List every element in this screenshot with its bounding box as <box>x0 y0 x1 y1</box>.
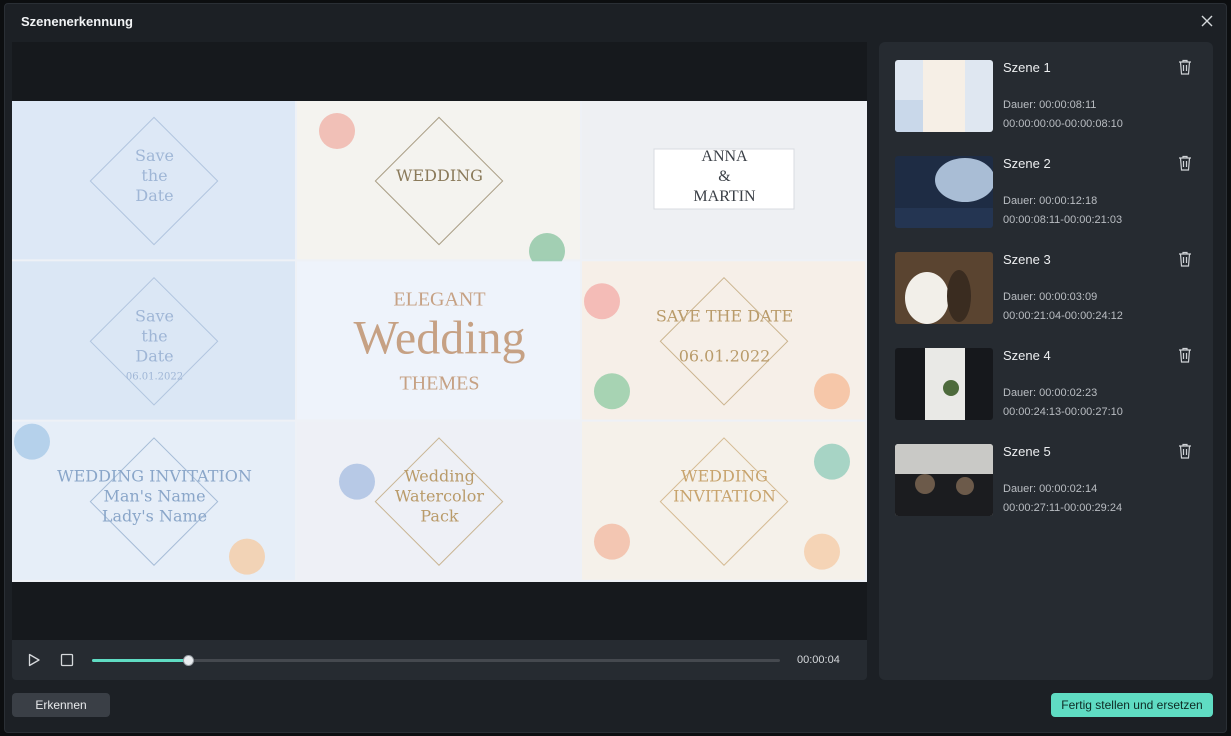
scene-item[interactable]: Szene 2 Dauer: 00:00:12:18 00:00:08:11-0… <box>895 154 1205 230</box>
collage-text: Wedding <box>404 467 475 486</box>
play-icon[interactable] <box>26 652 42 668</box>
scene-range: 00:00:24:13-00:00:27:10 <box>1003 406 1123 418</box>
trash-icon[interactable] <box>1177 442 1193 460</box>
scene-item[interactable]: Szene 3 Dauer: 00:00:03:09 00:00:21:04-0… <box>895 250 1205 326</box>
trash-icon[interactable] <box>1177 154 1193 172</box>
collage-tile: WEDDINGINVITATION <box>582 421 865 580</box>
scene-duration: Dauer: 00:00:03:09 <box>1003 291 1098 303</box>
video-frame: Save the Date WEDDING ANNA & MARTIN Save the Date… <box>12 101 867 582</box>
scene-range: 00:00:08:11-00:00:21:03 <box>1003 214 1123 226</box>
collage-text: & <box>718 168 731 185</box>
scene-name: Szene 4 <box>1003 348 1051 363</box>
collage-text: WEDDING <box>396 166 483 185</box>
collage-tile: ANNA & MARTIN <box>582 101 865 260</box>
collage-text: 06.01.2022 <box>679 346 771 365</box>
collage-tile: ELEGANTWedding THEMES <box>297 261 580 420</box>
collage-tile: WEDDING <box>297 101 580 269</box>
trash-icon[interactable] <box>1177 250 1193 268</box>
scene-thumbnail[interactable] <box>895 60 993 132</box>
close-icon[interactable] <box>1198 12 1216 30</box>
finish-replace-button[interactable]: Fertig stellen und ersetzen <box>1051 693 1213 717</box>
scene-list-panel: Szene 1 Dauer: 00:00:08:11 00:00:00:00-0… <box>879 42 1213 680</box>
collage-text: ELEGANT <box>393 288 485 310</box>
scene-name: Szene 3 <box>1003 252 1051 267</box>
collage-text: the <box>141 326 167 345</box>
scene-name: Szene 5 <box>1003 444 1051 459</box>
scene-duration: Dauer: 00:00:02:23 <box>1003 387 1098 399</box>
dialog-title: Szenenerkennung <box>21 14 133 29</box>
collage-tile: WEDDING INVITATIONMan's NameLady's Name <box>12 421 295 580</box>
scene-thumbnail[interactable] <box>895 156 993 228</box>
scene-range: 00:00:27:11-00:00:29:24 <box>1003 502 1123 514</box>
collage-tile: SavetheDate <box>12 101 295 260</box>
timeline-slider[interactable] <box>92 655 780 666</box>
collage-text: ANNA <box>701 148 748 165</box>
collage-text: SAVE THE DATE <box>656 306 793 325</box>
scene-duration: Dauer: 00:00:02:14 <box>1003 483 1098 495</box>
collage-text: Save <box>135 146 174 165</box>
collage-text: Pack <box>420 507 459 526</box>
collage-tile: SAVE THE DATE 06.01.2022 <box>582 261 865 420</box>
collage-text: WEDDING INVITATION <box>57 467 252 486</box>
player-controls: 00:00:04 <box>12 640 867 680</box>
scene-duration: Dauer: 00:00:08:11 <box>1003 99 1097 111</box>
scene-duration: Dauer: 00:00:12:18 <box>1003 195 1098 207</box>
collage-text: Watercolor <box>395 487 484 506</box>
collage-text: the <box>141 166 167 185</box>
scene-range: 00:00:00:00-00:00:08:10 <box>1003 118 1123 130</box>
scene-name: Szene 1 <box>1003 60 1051 75</box>
dialog-titlebar: Szenenerkennung <box>5 4 1226 40</box>
video-preview: Save the Date WEDDING ANNA & MARTIN Save the Date… <box>12 42 867 640</box>
timeline-handle[interactable] <box>183 655 195 666</box>
scene-thumbnail[interactable] <box>895 444 993 516</box>
collage-text: Lady's Name <box>102 507 207 526</box>
collage-tile: WeddingWatercolorPack <box>297 421 580 580</box>
collage-text: Wedding <box>353 311 525 364</box>
stop-icon[interactable] <box>59 652 75 668</box>
trash-icon[interactable] <box>1177 346 1193 364</box>
scene-item[interactable]: Szene 5 Dauer: 00:00:02:14 00:00:27:11-0… <box>895 442 1205 518</box>
collage-text: THEMES <box>400 372 480 394</box>
collage-text: Man's Name <box>103 487 205 506</box>
collage-text: INVITATION <box>673 487 776 506</box>
scene-item[interactable]: Szene 4 Dauer: 00:00:02:23 00:00:24:13-0… <box>895 346 1205 422</box>
detect-button[interactable]: Erkennen <box>12 693 110 717</box>
collage-text: WEDDING <box>681 467 768 486</box>
scene-name: Szene 2 <box>1003 156 1051 171</box>
trash-icon[interactable] <box>1177 58 1193 76</box>
scene-range: 00:00:21:04-00:00:24:12 <box>1003 310 1123 322</box>
collage-text: 06.01.2022 <box>126 371 183 382</box>
collage-tile: SavetheDate 06.01.2022 <box>12 261 295 420</box>
collage-text: Save <box>135 306 174 325</box>
timeline-progress <box>92 659 189 662</box>
current-time: 00:00:04 <box>797 654 840 666</box>
video-frame-image: SavetheDateWEDDINGANNA&MARTINSavetheDate… <box>12 101 865 580</box>
scene-item[interactable]: Szene 1 Dauer: 00:00:08:11 00:00:00:00-0… <box>895 58 1205 134</box>
collage-text: MARTIN <box>693 188 756 205</box>
scene-thumbnail[interactable] <box>895 252 993 324</box>
collage-text: Date <box>135 346 173 365</box>
scene-thumbnail[interactable] <box>895 348 993 420</box>
collage-text: Date <box>135 186 173 205</box>
